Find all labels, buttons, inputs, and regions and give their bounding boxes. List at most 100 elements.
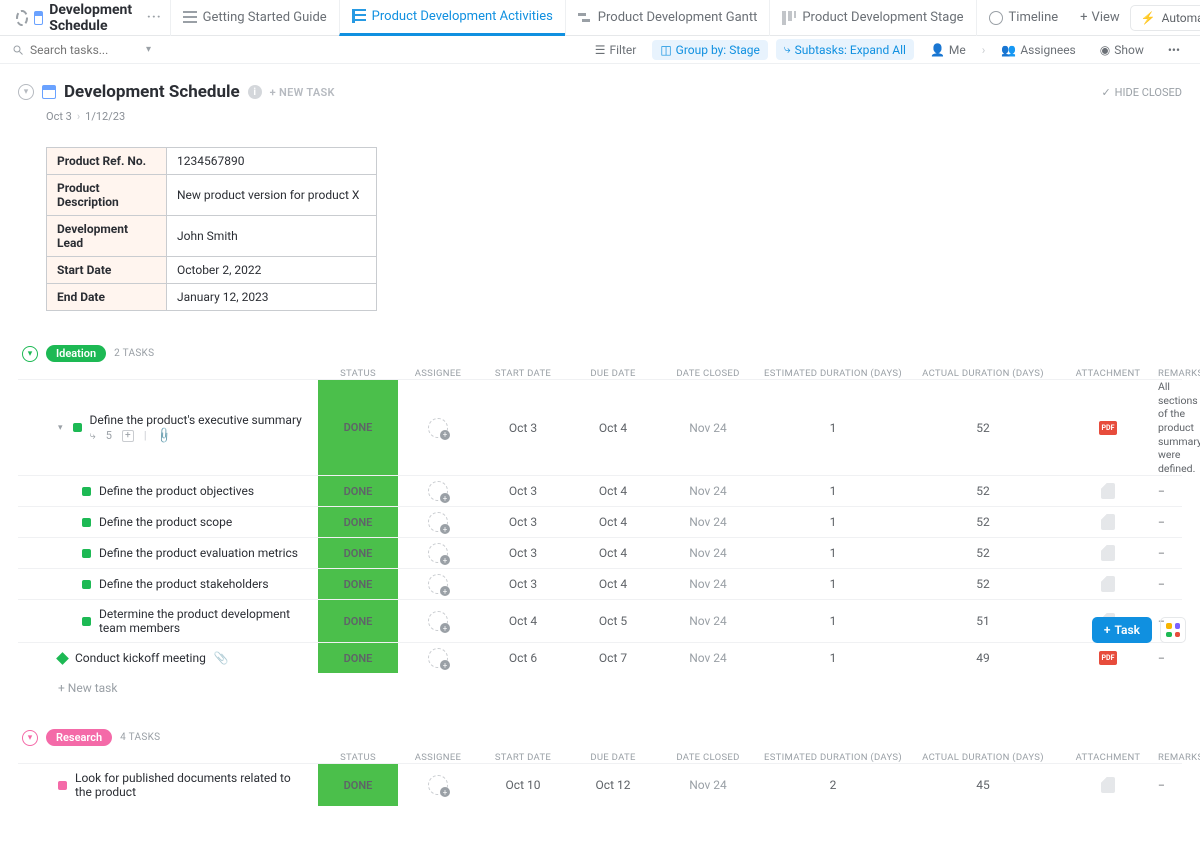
status-cell[interactable]: DONE (318, 764, 398, 806)
attachment-cell[interactable] (1058, 576, 1158, 592)
date-closed[interactable]: Nov 24 (658, 546, 758, 560)
new-task-fab[interactable]: +Task (1092, 617, 1152, 643)
attachment-icon[interactable]: 📎 (214, 651, 229, 665)
automate-button[interactable]: ⚡Automate▾ (1130, 5, 1200, 31)
due-date[interactable]: Oct 4 (568, 421, 658, 435)
add-assignee-icon[interactable] (428, 775, 448, 795)
assignee-cell[interactable] (398, 574, 478, 594)
due-date[interactable]: Oct 4 (568, 515, 658, 529)
status-square-icon[interactable] (82, 617, 91, 626)
add-subtask-button[interactable]: + (122, 430, 134, 442)
status-square-icon[interactable] (58, 781, 67, 790)
start-date[interactable]: Oct 3 (478, 484, 568, 498)
act-duration[interactable]: 52 (908, 421, 1058, 435)
collapse-group-button[interactable]: ▾ (22, 730, 38, 746)
date-closed[interactable]: Nov 24 (658, 778, 758, 792)
start-date[interactable]: Oct 3 (478, 577, 568, 591)
chevron-down-icon[interactable]: ▾ (146, 44, 151, 55)
est-duration[interactable]: 2 (758, 778, 908, 792)
attachment-cell[interactable] (1058, 514, 1158, 530)
search-box[interactable]: ▾ (12, 43, 162, 57)
task-name[interactable]: Determine the product development team m… (99, 607, 299, 635)
due-date[interactable]: Oct 12 (568, 778, 658, 792)
assignee-cell[interactable] (398, 648, 478, 668)
start-date[interactable]: Oct 3 (478, 546, 568, 560)
tab-timeline[interactable]: Timeline (976, 0, 1071, 36)
add-task-button[interactable]: + New task (18, 673, 1182, 695)
tab-gantt[interactable]: Product Development Gantt (565, 0, 770, 36)
date-closed[interactable]: Nov 24 (658, 651, 758, 665)
start-date[interactable]: Oct 4 (478, 614, 568, 628)
date-closed[interactable]: Nov 24 (658, 614, 758, 628)
attachment-icon[interactable]: 📎 (154, 426, 173, 445)
status-cell[interactable]: DONE (318, 569, 398, 599)
add-assignee-icon[interactable] (428, 418, 448, 438)
task-name[interactable]: Define the product objectives (99, 484, 254, 498)
date-closed[interactable]: Nov 24 (658, 515, 758, 529)
group-badge[interactable]: Research (46, 729, 112, 746)
info-icon[interactable]: i (248, 85, 262, 99)
new-task-button[interactable]: + NEW TASK (270, 86, 335, 99)
add-assignee-icon[interactable] (428, 574, 448, 594)
assignee-cell[interactable] (398, 611, 478, 631)
due-date[interactable]: Oct 5 (568, 614, 658, 628)
remarks[interactable]: – (1158, 547, 1182, 561)
date-closed[interactable]: Nov 24 (658, 484, 758, 498)
status-square-icon[interactable] (73, 423, 82, 432)
task-name[interactable]: Conduct kickoff meeting (75, 651, 206, 665)
assignee-cell[interactable] (398, 775, 478, 795)
tab-getting-started[interactable]: Getting Started Guide (170, 0, 339, 36)
filter-button[interactable]: ☰Filter (587, 40, 645, 60)
task-name[interactable]: Define the product scope (99, 515, 232, 529)
task-row[interactable]: Define the product stakeholders DONE Oct… (18, 568, 1182, 599)
attachment-cell[interactable]: PDF (1058, 651, 1158, 665)
act-duration[interactable]: 45 (908, 778, 1058, 792)
group-header[interactable]: ▾ Research 4 TASKS (22, 729, 1182, 746)
remarks[interactable]: – (1158, 779, 1182, 793)
due-date[interactable]: Oct 7 (568, 651, 658, 665)
add-assignee-icon[interactable] (428, 512, 448, 532)
task-row[interactable]: Define the product scope DONE Oct 3Oct 4… (18, 506, 1182, 537)
attachment-cell[interactable] (1058, 777, 1158, 793)
act-duration[interactable]: 51 (908, 614, 1058, 628)
act-duration[interactable]: 52 (908, 484, 1058, 498)
status-cell[interactable]: DONE (318, 538, 398, 568)
status-cell[interactable]: DONE (318, 643, 398, 673)
group-by-button[interactable]: ◫Group by: Stage (652, 40, 768, 60)
task-row[interactable]: Define the product objectives DONE Oct 3… (18, 475, 1182, 506)
expand-button[interactable]: ▾ (58, 423, 65, 433)
add-assignee-icon[interactable] (428, 648, 448, 668)
apps-button[interactable] (1160, 617, 1186, 643)
task-name[interactable]: Define the product evaluation metrics (99, 546, 298, 560)
est-duration[interactable]: 1 (758, 546, 908, 560)
tab-activities[interactable]: Product Development Activities (339, 0, 565, 36)
est-duration[interactable]: 1 (758, 515, 908, 529)
act-duration[interactable]: 52 (908, 546, 1058, 560)
show-button[interactable]: ◉Show (1092, 40, 1152, 60)
start-date[interactable]: Oct 3 (478, 421, 568, 435)
date-closed[interactable]: Nov 24 (658, 577, 758, 591)
overflow-menu[interactable]: ••• (1160, 40, 1188, 60)
status-cell[interactable]: DONE (318, 380, 398, 475)
more-menu[interactable]: ··· (147, 10, 162, 25)
est-duration[interactable]: 1 (758, 577, 908, 591)
due-date[interactable]: Oct 4 (568, 484, 658, 498)
remarks[interactable]: – (1158, 578, 1182, 592)
group-badge[interactable]: Ideation (46, 345, 106, 362)
assignee-cell[interactable] (398, 481, 478, 501)
due-date[interactable]: Oct 4 (568, 546, 658, 560)
status-cell[interactable]: DONE (318, 600, 398, 642)
start-date[interactable]: Oct 6 (478, 651, 568, 665)
status-cell[interactable]: DONE (318, 507, 398, 537)
start-date[interactable]: Oct 10 (478, 778, 568, 792)
est-duration[interactable]: 1 (758, 421, 908, 435)
add-view-button[interactable]: +View (1070, 10, 1130, 25)
attachment-cell[interactable] (1058, 545, 1158, 561)
start-date[interactable]: Oct 3 (478, 515, 568, 529)
est-duration[interactable]: 1 (758, 484, 908, 498)
attachment-cell[interactable]: PDF (1058, 421, 1158, 435)
status-cell[interactable]: DONE (318, 476, 398, 506)
hide-closed-button[interactable]: ✓HIDE CLOSED (1101, 86, 1182, 99)
group-header[interactable]: ▾ Ideation 2 TASKS (22, 345, 1182, 362)
add-assignee-icon[interactable] (428, 481, 448, 501)
